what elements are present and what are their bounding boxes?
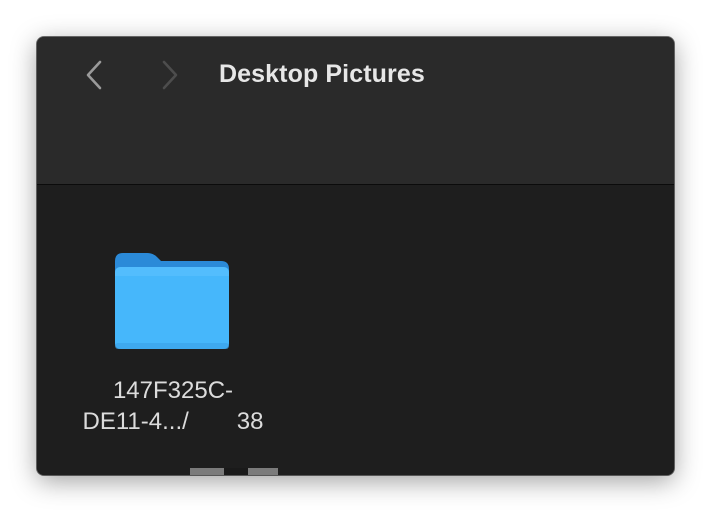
redaction-block: [224, 468, 248, 475]
folder-name: 147F325C- DE11-4.../38: [53, 375, 293, 437]
file-browser-content: 147F325C- DE11-4.../38: [37, 185, 674, 475]
folder-icon: [115, 253, 229, 349]
folder-name-line2: DE11-4.../38: [82, 408, 264, 435]
back-button[interactable]: [77, 57, 113, 93]
redaction-block: [190, 468, 224, 475]
forward-button[interactable]: [151, 57, 187, 93]
finder-window: Desktop Pictures 147F325C- DE11-4.../38: [37, 37, 674, 475]
chevron-left-icon: [86, 60, 102, 90]
titlebar: Desktop Pictures: [37, 37, 674, 185]
chevron-right-icon: [162, 60, 178, 90]
folder-name-line1: 147F325C-: [112, 377, 234, 404]
redaction-block: [248, 468, 278, 475]
window-title: Desktop Pictures: [219, 60, 425, 88]
folder-item[interactable]: 147F325C- DE11-4.../38: [53, 241, 293, 475]
